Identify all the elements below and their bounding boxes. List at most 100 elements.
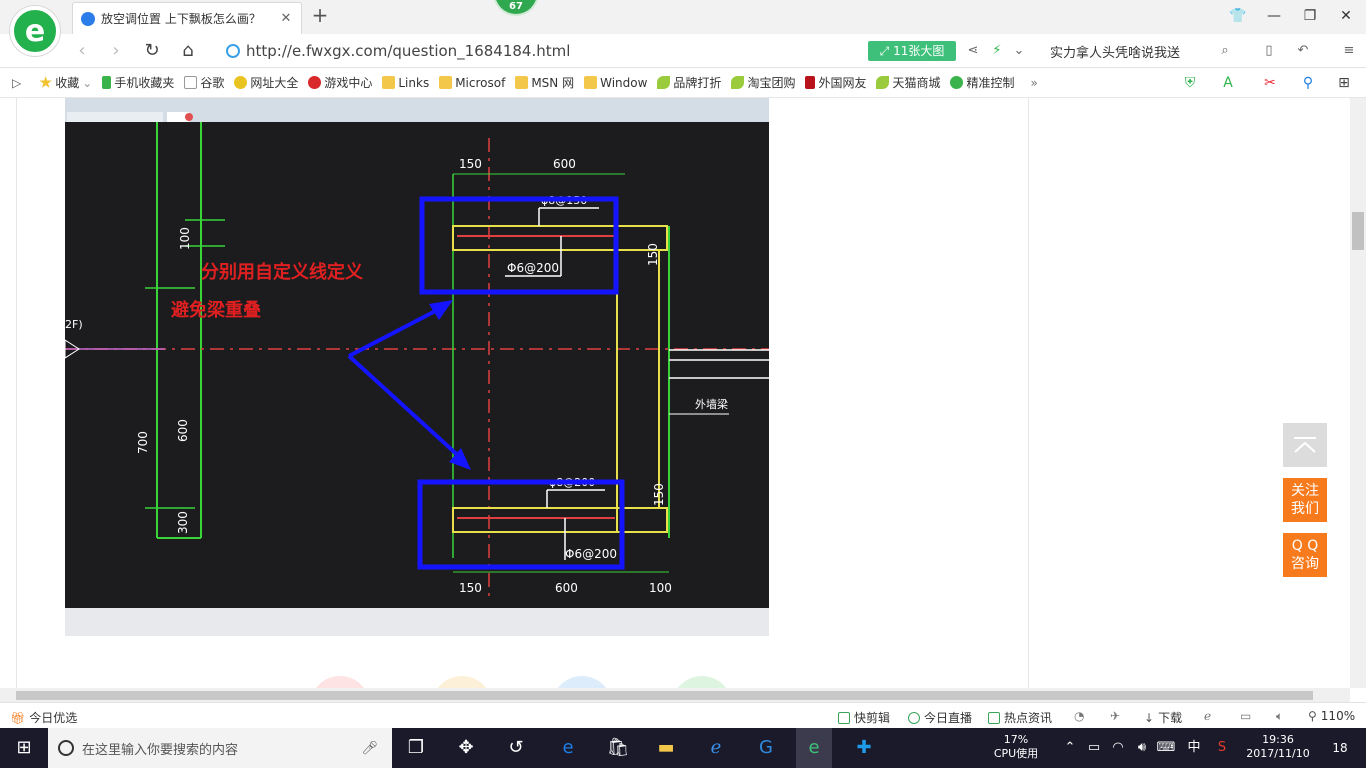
dim-label: 100: [649, 581, 672, 595]
undo-icon[interactable]: ↶: [1294, 42, 1312, 60]
keyboard-icon[interactable]: ⌨: [1152, 734, 1180, 762]
remote-app-icon[interactable]: ✚: [850, 734, 878, 762]
back-button[interactable]: ‹: [70, 39, 94, 63]
bookmark-label: 收藏: [55, 76, 80, 90]
sogou-ime-icon[interactable]: S: [1208, 734, 1236, 762]
qq-consult-button[interactable]: Q Q 咨询: [1283, 533, 1327, 577]
search-icon[interactable]: ⌕: [1216, 42, 1234, 60]
back-to-top-button[interactable]: [1283, 423, 1327, 467]
taskbar-search-box[interactable]: 在这里输入你要搜索的内容 🎤︎: [48, 728, 392, 768]
ime-indicator[interactable]: 中: [1180, 734, 1208, 762]
bookmark-label: 精准控制: [966, 76, 1015, 90]
vertical-scroll-thumb[interactable]: [1352, 212, 1364, 250]
clock[interactable]: 19:36 2017/11/10: [1238, 733, 1318, 761]
scissors-icon[interactable]: ✂: [1260, 74, 1280, 92]
share-icon[interactable]: ⋖: [964, 42, 982, 60]
site-favicon-icon: [81, 11, 95, 26]
bookmark-item[interactable]: 精准控制: [950, 74, 1015, 91]
bookmark-item[interactable]: 谷歌: [184, 74, 224, 91]
bookmark-label: 游戏中心: [324, 76, 373, 90]
bookmarks-bar: ▷ 收藏 ⌄ 手机收藏夹 谷歌 网址大全 游戏中心 Links Microsof …: [0, 68, 1366, 98]
microphone-icon[interactable]: 🎤︎: [361, 741, 378, 756]
active-tab[interactable]: 放空调位置 上下飘板怎么画？ ✕: [72, 2, 302, 34]
bookmark-item[interactable]: Microsof: [439, 76, 505, 90]
bookmark-item[interactable]: Window: [584, 76, 647, 90]
speed-icon[interactable]: ◔: [1074, 709, 1084, 723]
bookmark-item[interactable]: Links: [382, 76, 429, 90]
page-icon: [184, 76, 198, 89]
tab-title: 放空调位置 上下飘板怎么画？: [101, 12, 261, 26]
follow-us-button[interactable]: 关注 我们: [1283, 478, 1327, 522]
dim-label: 600: [555, 581, 578, 595]
shield-icon[interactable]: ⛨: [1180, 74, 1200, 92]
quick-edit-button[interactable]: 快剪辑: [838, 709, 890, 726]
close-tab-icon[interactable]: ✕: [279, 11, 293, 26]
phone-icon: [102, 76, 112, 89]
notification-badge[interactable]: 67: [493, 0, 539, 16]
ie-browser-icon[interactable]: ℯ: [702, 734, 730, 762]
today-picks-label: 今日优选: [29, 711, 78, 725]
cpu-meter[interactable]: 17% CPU使用: [988, 733, 1044, 761]
game-icon: [308, 76, 322, 89]
today-picks-button[interactable]: 🎁︎ 今日优选: [10, 709, 77, 726]
restore-button[interactable]: ❐: [1292, 4, 1328, 28]
bookmark-item[interactable]: 收藏 ⌄: [39, 74, 92, 91]
forward-button[interactable]: ›: [104, 39, 128, 63]
bookmarks-more-button[interactable]: »: [1031, 76, 1038, 90]
search-suggestion[interactable]: 实力拿人头凭啥说我送: [1050, 42, 1180, 61]
shirt-skin-icon[interactable]: 👕: [1220, 4, 1256, 28]
new-tab-button[interactable]: +: [310, 4, 330, 28]
notification-center-button[interactable]: 18: [1326, 734, 1354, 762]
vertical-scrollbar[interactable]: [1350, 98, 1366, 688]
lightning-icon[interactable]: ⚡: [988, 42, 1006, 60]
bookmark-label: MSN 网: [531, 76, 575, 90]
windows-start-icon[interactable]: ⊞: [10, 734, 38, 762]
file-explorer-icon[interactable]: ▬: [652, 734, 680, 762]
fan-app-icon[interactable]: ✥: [452, 734, 480, 762]
task-view-icon[interactable]: ❐: [402, 734, 430, 762]
bookmark-item[interactable]: 手机收藏夹: [102, 74, 174, 91]
pin-icon[interactable]: ✈: [1110, 709, 1120, 723]
g-app-icon[interactable]: G: [752, 734, 780, 762]
home-icon[interactable]: ⌂: [176, 39, 200, 63]
chevron-down-icon[interactable]: ⌄: [1010, 42, 1028, 60]
360-browser-taskbar-icon[interactable]: e: [796, 728, 832, 768]
download-icon: ↓: [1144, 710, 1155, 725]
bookmark-item[interactable]: MSN 网: [515, 74, 574, 91]
zoom-control[interactable]: ⚲ 110%: [1308, 709, 1355, 723]
swirl-app-icon[interactable]: ↺: [502, 734, 530, 762]
refresh-icon[interactable]: ↻: [140, 39, 164, 63]
mobile-icon[interactable]: ▯: [1260, 42, 1278, 60]
hot-news-button[interactable]: 热点资讯: [988, 709, 1052, 726]
apps-grid-icon[interactable]: ⊞: [1334, 74, 1354, 92]
url-field[interactable]: http://e.fwxgx.com/question_1684184.html: [226, 41, 570, 61]
bookmark-item[interactable]: 天猫商城: [876, 74, 940, 91]
leaf-icon: [731, 76, 745, 89]
sidebar-toggle-icon[interactable]: ▷: [12, 76, 21, 90]
download-button[interactable]: ↓ 下载: [1144, 709, 1182, 726]
translate-icon[interactable]: A: [1218, 74, 1238, 92]
edge-browser-icon[interactable]: e: [554, 734, 582, 762]
bookmark-item[interactable]: 品牌打折: [657, 74, 721, 91]
window-icon[interactable]: ▭: [1240, 709, 1251, 723]
ie-mode-icon[interactable]: ℯ: [1204, 709, 1211, 723]
browser-logo-icon[interactable]: e: [10, 6, 60, 56]
bookmark-item[interactable]: 网址大全: [234, 74, 298, 91]
live-today-button[interactable]: 今日直播: [908, 709, 972, 726]
horizontal-scroll-thumb[interactable]: [16, 691, 1313, 700]
top-annotation-box: [419, 196, 619, 295]
qq-label-1: Q Q: [1291, 538, 1319, 554]
bookmark-item[interactable]: 淘宝团购: [731, 74, 795, 91]
menu-icon[interactable]: ≡: [1340, 42, 1358, 60]
bookmark-label: 淘宝团购: [747, 76, 796, 90]
big-image-button[interactable]: ⤢ 11张大图: [868, 41, 956, 61]
clock-time: 19:36: [1262, 733, 1294, 746]
close-window-button[interactable]: ✕: [1328, 4, 1364, 28]
search-icon[interactable]: ⚲: [1298, 74, 1318, 92]
status-bar: 🎁︎ 今日优选 快剪辑 今日直播 热点资讯 ◔ ✈ ↓ 下载 ℯ ▭ 🔈︎ ⚲ 110…: [0, 702, 1366, 728]
bookmark-item[interactable]: 游戏中心: [308, 74, 372, 91]
bookmark-item[interactable]: 外国网友: [805, 74, 866, 91]
minimize-button[interactable]: —: [1256, 4, 1292, 28]
volume-icon[interactable]: 🔈︎: [1276, 709, 1283, 724]
store-icon[interactable]: 🛍︎: [604, 734, 632, 762]
